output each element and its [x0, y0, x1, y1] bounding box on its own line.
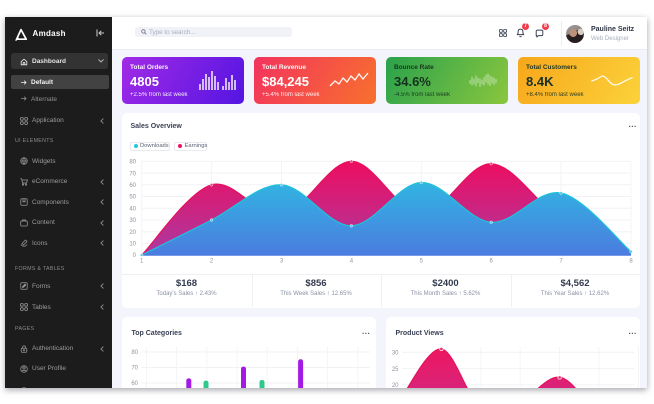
svg-text:80: 80 — [129, 159, 136, 165]
svg-text:2: 2 — [210, 258, 214, 264]
svg-text:70: 70 — [129, 171, 136, 177]
svg-text:20: 20 — [129, 229, 136, 235]
svg-text:50: 50 — [129, 194, 136, 200]
svg-text:40: 40 — [129, 206, 136, 212]
svg-text:1: 1 — [140, 258, 144, 264]
svg-text:60: 60 — [129, 183, 136, 189]
svg-text:6: 6 — [490, 258, 494, 264]
svg-text:8: 8 — [629, 258, 633, 264]
svg-text:7: 7 — [559, 258, 563, 264]
svg-text:20: 20 — [392, 383, 399, 388]
svg-text:0: 0 — [133, 253, 137, 259]
svg-text:70: 70 — [131, 366, 138, 372]
svg-text:30: 30 — [129, 218, 136, 224]
svg-text:10: 10 — [129, 241, 136, 247]
svg-text:4: 4 — [350, 258, 354, 264]
svg-text:60: 60 — [131, 381, 138, 387]
svg-text:3: 3 — [280, 258, 284, 264]
svg-text:30: 30 — [392, 351, 399, 357]
svg-text:5: 5 — [420, 258, 424, 264]
svg-text:80: 80 — [131, 350, 138, 356]
svg-text:25: 25 — [392, 367, 399, 373]
